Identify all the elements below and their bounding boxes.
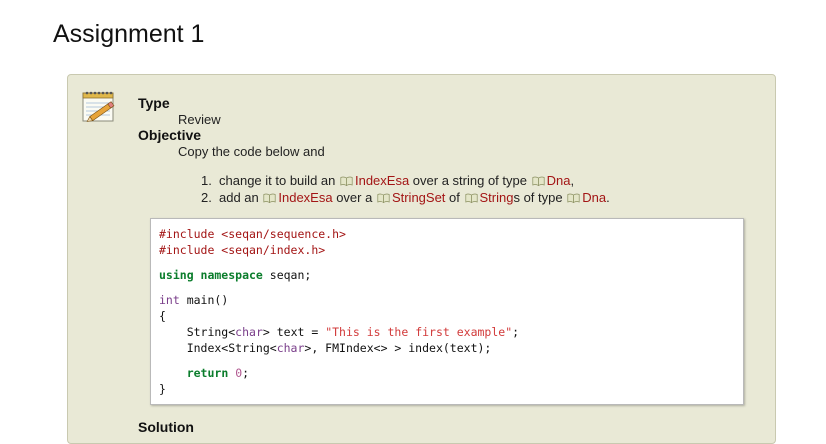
step-text: add an (219, 190, 263, 205)
code-token: #include <seqan/sequence.h> (159, 227, 346, 241)
code-token: "This is the first example" (325, 325, 513, 339)
code-line: Index<String<char>, FMIndex<> > index(te… (159, 340, 743, 356)
step-text: . (606, 190, 610, 205)
code-token: #include <seqan/index.h> (159, 243, 326, 257)
code-line: } (159, 381, 743, 397)
code-token: } (159, 382, 166, 396)
reference-link[interactable]: Dna (547, 173, 571, 188)
code-line: { (159, 308, 743, 324)
code-line: return 0; (159, 365, 743, 381)
code-token: char (276, 341, 305, 355)
book-link-icon (263, 193, 276, 203)
code-line: #include <seqan/sequence.h> (159, 226, 743, 242)
reference-link[interactable]: IndexEsa (355, 173, 409, 188)
step-text: change it to build an (219, 173, 339, 188)
code-token: ; (512, 325, 520, 339)
code-token: > text = (262, 325, 326, 339)
reference-link[interactable]: StringSet (392, 190, 445, 205)
code-line: using namespace seqan; (159, 267, 743, 283)
type-value: Review (178, 112, 221, 127)
code-line: String<char> text = "This is the first e… (159, 324, 743, 340)
notepad-pencil-icon (82, 91, 115, 122)
code-token: return (186, 366, 229, 380)
step-text: over a string of type (409, 173, 531, 188)
objective-step: 1. change it to build an IndexEsa over a … (201, 172, 610, 189)
code-token: seqan; (262, 268, 312, 282)
solution-label: Solution (138, 419, 194, 435)
reference-link[interactable]: IndexEsa (278, 190, 332, 205)
reference-link[interactable]: String (480, 190, 514, 205)
objective-steps-list: 1. change it to build an IndexEsa over a … (201, 172, 610, 206)
type-label: Type (138, 95, 170, 111)
book-link-icon (567, 193, 580, 203)
code-token: int (159, 293, 180, 307)
book-link-icon (532, 176, 545, 186)
step-text: s of type (513, 190, 567, 205)
code-token: using namespace (159, 268, 263, 282)
objective-step: 2. add an IndexEsa over a StringSet of St… (201, 189, 610, 206)
code-token: main() (179, 293, 229, 307)
book-link-icon (340, 176, 353, 186)
step-text: over a (332, 190, 376, 205)
code-token: >, FMIndex<> > index(text); (304, 341, 492, 355)
code-token: char (235, 325, 263, 339)
objective-label: Objective (138, 127, 202, 143)
book-link-icon (377, 193, 390, 203)
assignment-box: Type Review Objective Copy the code belo… (67, 74, 776, 444)
objective-text: Copy the code below and (178, 144, 325, 159)
code-token: Index<String< (159, 341, 277, 355)
code-token: ; (242, 366, 250, 380)
step-number: 1. (201, 173, 212, 188)
step-number: 2. (201, 190, 212, 205)
code-line: #include <seqan/index.h> (159, 242, 743, 258)
reference-link[interactable]: Dna (582, 190, 606, 205)
code-token: { (159, 309, 166, 323)
page-title: Assignment 1 (53, 20, 205, 48)
code-token: String< (159, 325, 236, 339)
book-link-icon (464, 193, 478, 203)
code-block: #include <seqan/sequence.h> #include <seq… (150, 218, 744, 405)
code-line: int main() (159, 292, 743, 308)
step-text: of (445, 190, 464, 205)
step-text: , (570, 173, 575, 188)
